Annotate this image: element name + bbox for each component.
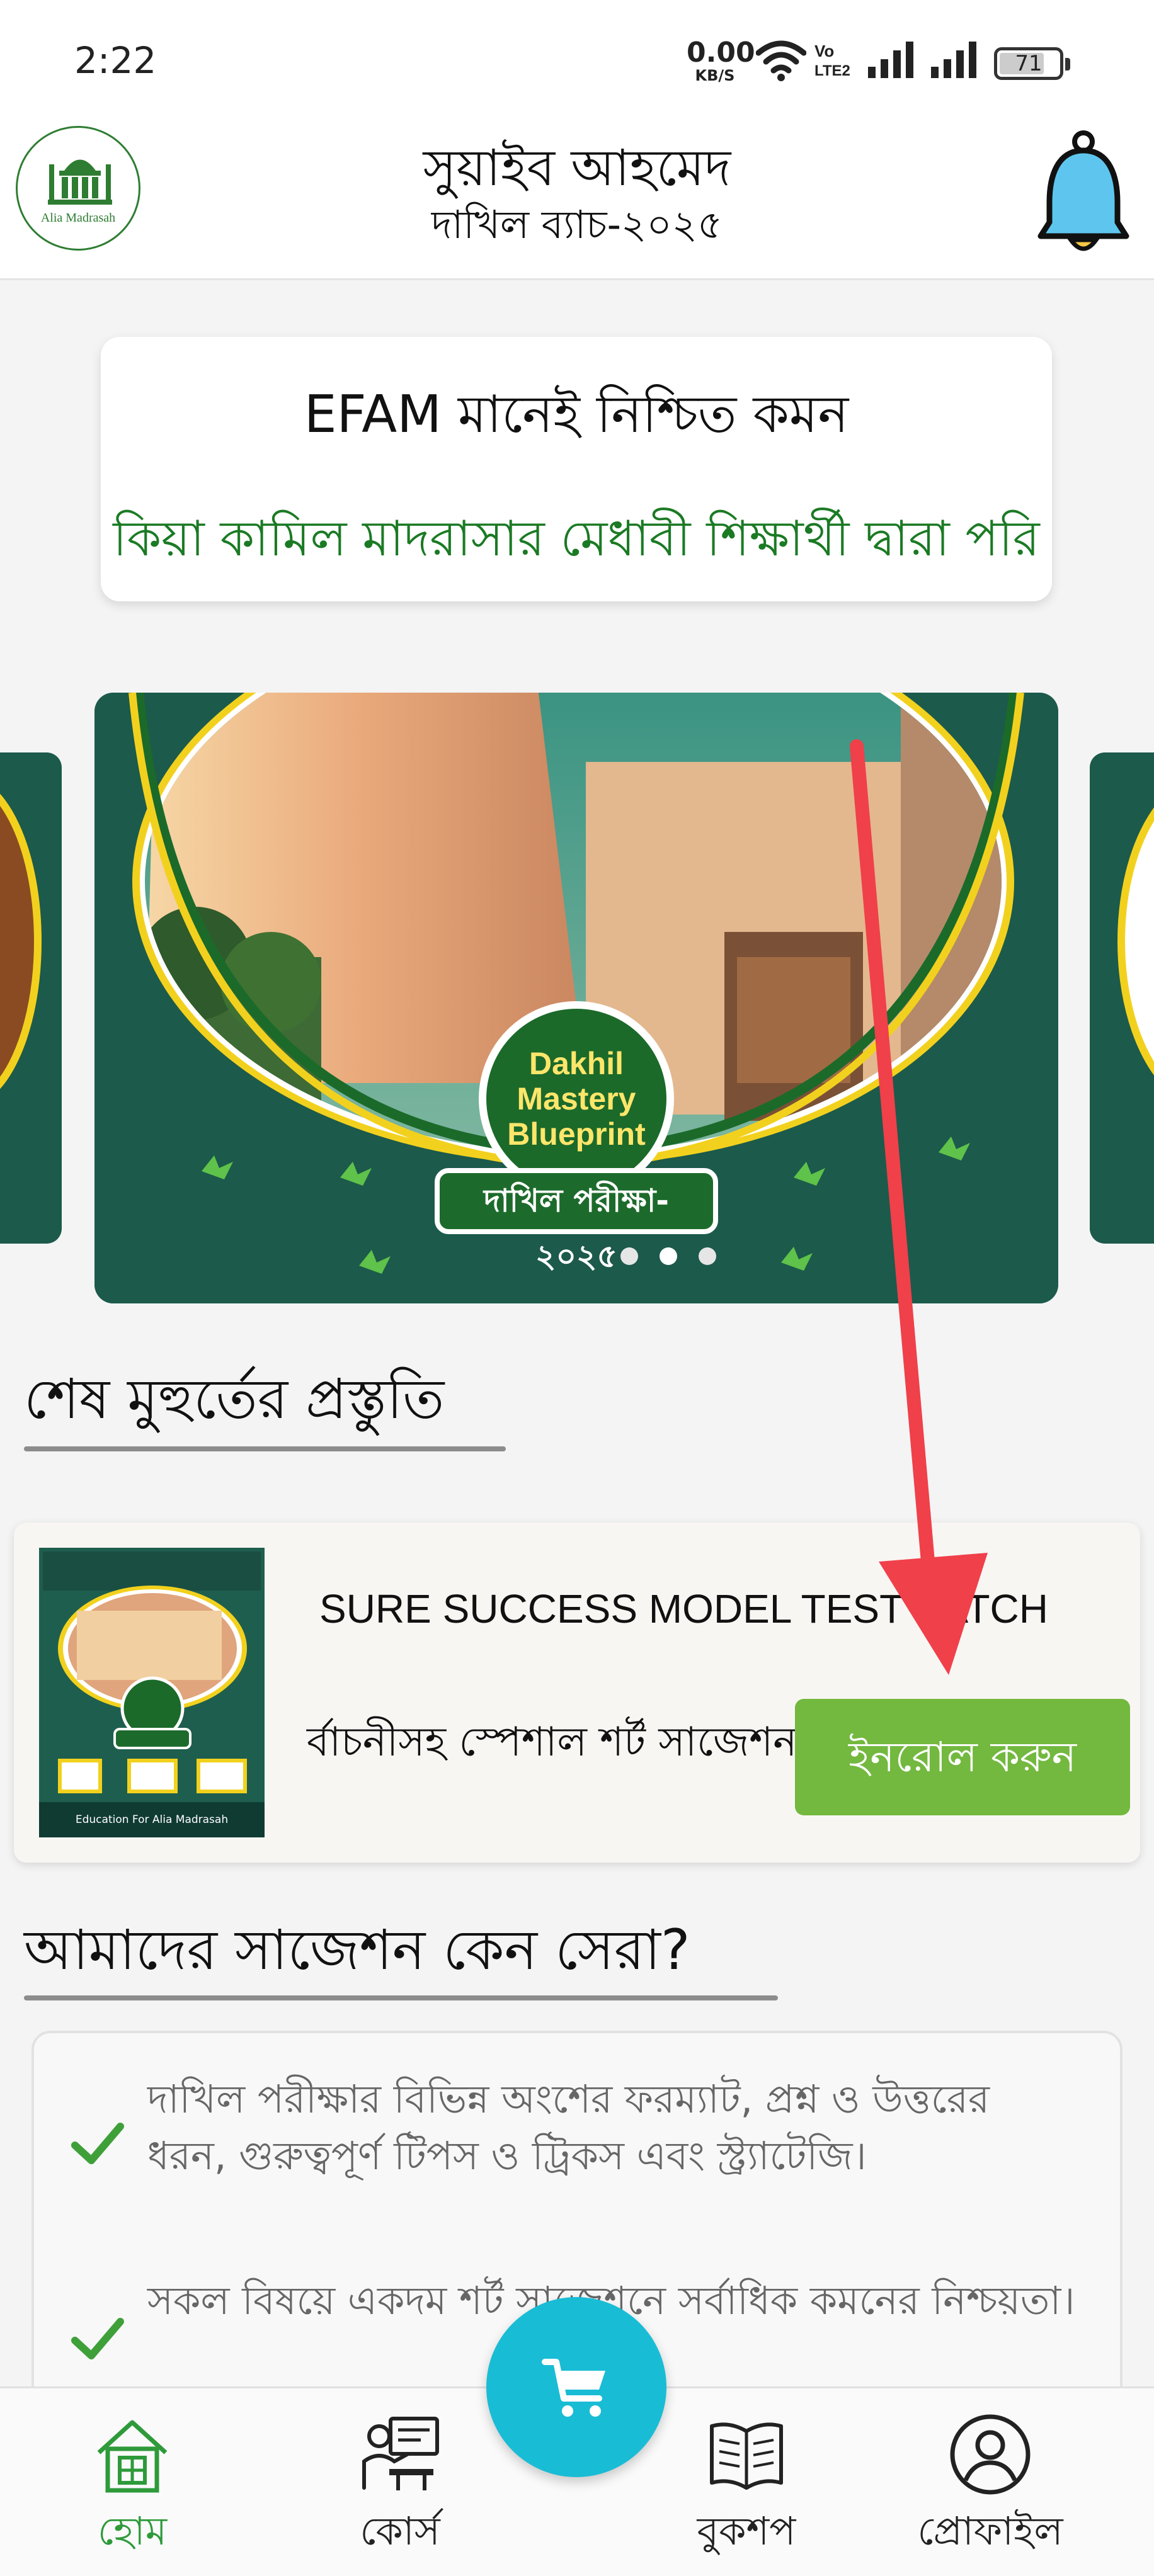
course-description: র্বাচনীসহ স্পেশাল শর্ট সাজেশন — [307, 1719, 797, 1766]
course-thumbnail[interactable]: Education For Alia Madrasah — [39, 1548, 265, 1837]
nav-profile[interactable]: প্রোফাইল — [896, 2412, 1085, 2563]
signal-icon-2 — [931, 42, 976, 78]
battery-level: 71 — [1015, 51, 1043, 76]
nav-course-label: কোর্স — [360, 2508, 440, 2554]
app-header: Alia Madrasah সুয়াইব আহমেদ দাখিল ব্যাচ-… — [0, 116, 1154, 280]
carousel-dot[interactable] — [620, 1247, 638, 1265]
banner-seal-line-3: Blueprint — [507, 1116, 646, 1152]
network-speed: 0.00 KB/S — [687, 37, 755, 84]
carousel-slide-previous[interactable] — [0, 752, 62, 1244]
home-icon — [97, 2420, 168, 2493]
banner-seal-line-1: Dakhil — [528, 1046, 624, 1081]
slide-art — [0, 793, 42, 1089]
thumbnail-art — [39, 1548, 265, 1837]
nav-course[interactable]: কোর্স — [306, 2412, 494, 2563]
section-heading-why-best: আমাদের সাজেশন কেন সেরা? — [24, 1917, 690, 1982]
signal-icon — [868, 42, 913, 78]
course-title: SURE SUCCESS MODEL TEST BATCH — [319, 1586, 1048, 1631]
nav-bookshop-label: বুকশপ — [697, 2508, 796, 2554]
cart-button[interactable] — [486, 2297, 666, 2477]
section-heading-last-minute: শেষ মুহুর্তের প্রস্তুতি — [24, 1366, 445, 1431]
promo-title: EFAM মানেই নিশ্চিত কমন — [304, 385, 849, 445]
course-icon — [362, 2417, 439, 2490]
user-batch: দাখিল ব্যাচ-২০২৫ — [431, 201, 723, 247]
check-icon — [71, 2318, 124, 2359]
cart-icon — [542, 2359, 605, 2417]
status-bar: 2:22 0.00 KB/S Vo LTE2 71 — [0, 0, 1154, 116]
book-icon — [710, 2422, 783, 2490]
nav-bookshop[interactable]: বুকশপ — [652, 2412, 841, 2563]
svg-text:LTE2: LTE2 — [814, 62, 850, 79]
nav-home-label: হোম — [97, 2508, 168, 2554]
course-card[interactable]: Education For Alia Madrasah SURE SUCCESS… — [14, 1523, 1140, 1863]
nav-home[interactable]: হোম — [38, 2412, 227, 2563]
section-underline — [24, 1446, 506, 1451]
banner-seal-line-2: Mastery — [517, 1081, 636, 1116]
promo-marquee-text: কিয়া কামিল মাদরাসার মেধাবী শিক্ষার্থী দ… — [113, 511, 1040, 567]
wifi-icon — [756, 40, 806, 81]
slide-art — [1117, 807, 1154, 1075]
check-icon — [71, 2123, 124, 2164]
enroll-button[interactable]: ইনরোল করুন — [795, 1699, 1130, 1815]
carousel-slide-next[interactable] — [1090, 752, 1154, 1244]
reason-text: দাখিল পরীক্ষার বিভিন্ন অংশের ফরম্যাট, প্… — [147, 2076, 990, 2179]
network-speed-value: 0.00 — [687, 37, 755, 69]
profile-icon — [950, 2414, 1031, 2495]
carousel-pagination — [620, 1244, 721, 1269]
banner-seal: Dakhil Mastery Blueprint — [479, 1001, 674, 1196]
promo-card: EFAM মানেই নিশ্চিত কমন কিয়া কামিল মাদরা… — [101, 337, 1052, 601]
carousel-dot[interactable] — [699, 1247, 716, 1265]
status-time: 2:22 — [74, 39, 157, 82]
section-underline — [24, 1995, 778, 2000]
carousel-dot-active[interactable] — [660, 1247, 677, 1265]
banner-ribbon: দাখিল পরীক্ষা- ২০২৫ — [435, 1168, 718, 1274]
network-speed-unit: KB/S — [695, 67, 735, 84]
bell-icon[interactable] — [1033, 128, 1134, 260]
banner-carousel[interactable]: Dakhil Mastery Blueprint দাখিল পরীক্ষা- … — [0, 693, 1154, 1303]
thumbnail-footer: Education For Alia Madrasah — [39, 1802, 265, 1837]
volte-icon: Vo LTE2 — [814, 42, 850, 79]
carousel-slide-active[interactable]: Dakhil Mastery Blueprint দাখিল পরীক্ষা- … — [94, 693, 1058, 1303]
nav-profile-label: প্রোফাইল — [917, 2508, 1063, 2554]
svg-text:Vo: Vo — [814, 42, 834, 60]
battery-icon: 71 — [994, 47, 1070, 80]
